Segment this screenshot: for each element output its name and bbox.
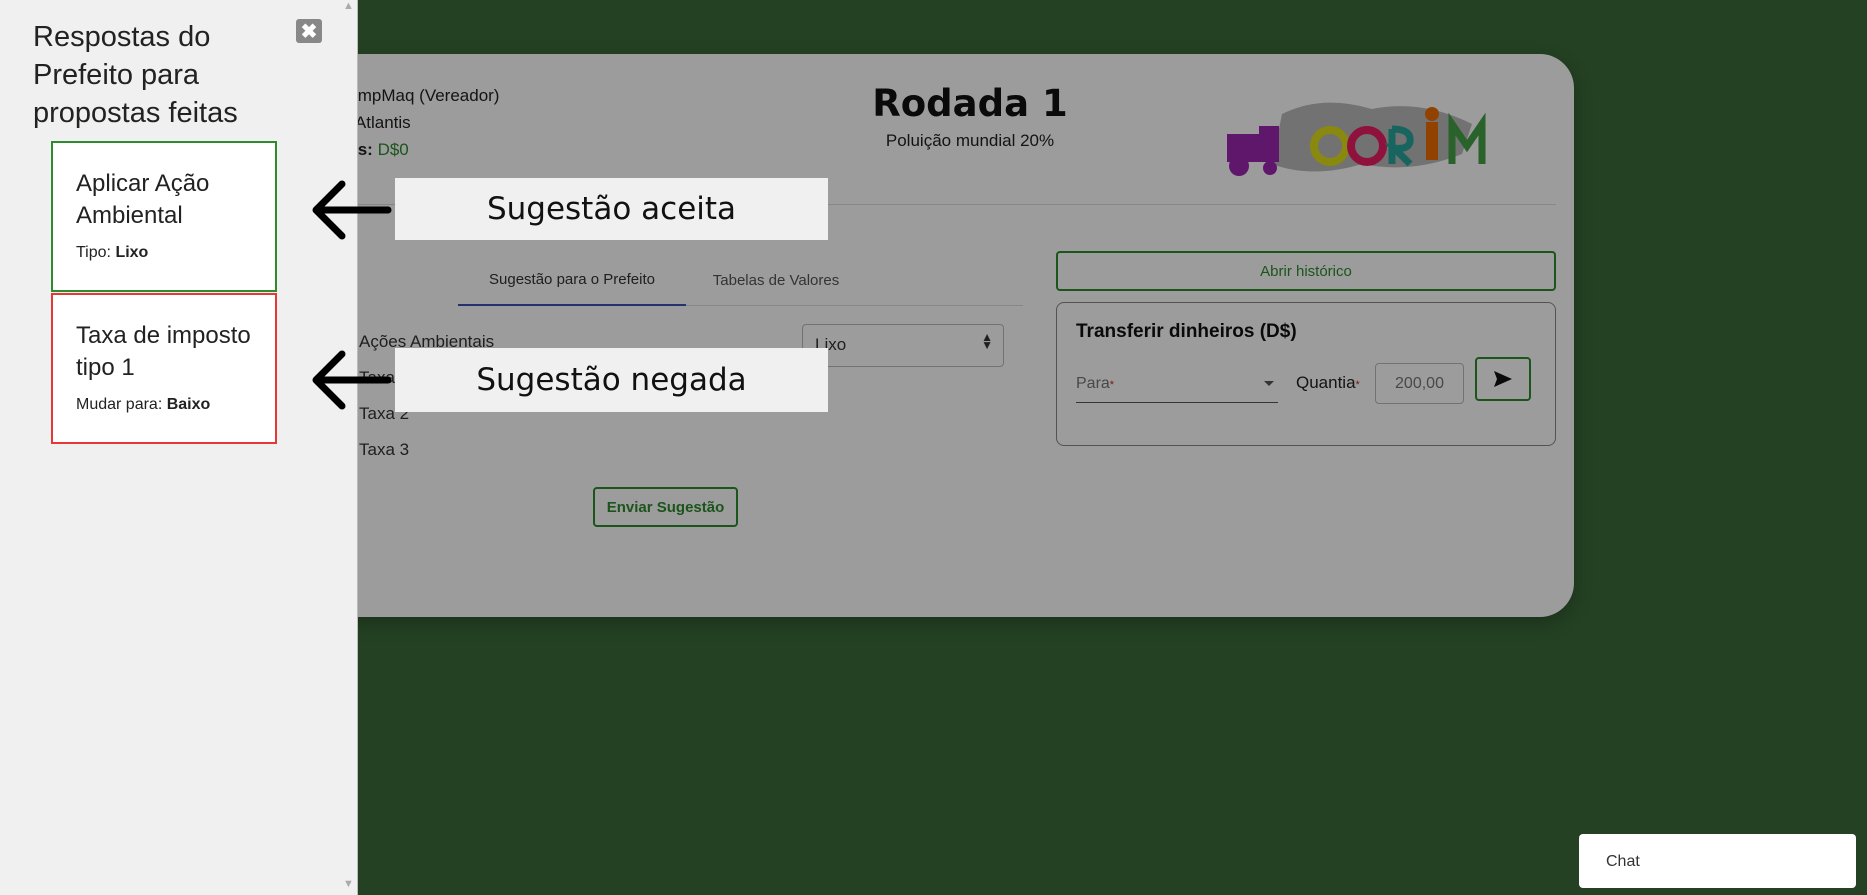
open-history-button[interactable]: Abrir histórico bbox=[1056, 251, 1556, 291]
send-icon bbox=[1494, 371, 1512, 387]
quantity-input[interactable]: 200,00 bbox=[1375, 363, 1464, 404]
response-detail: Tipo: Lixo bbox=[76, 244, 252, 262]
response-detail-value: Lixo bbox=[115, 244, 149, 261]
panel-title: Respostas do Prefeito para propostas fei… bbox=[33, 21, 238, 129]
required-mark: * bbox=[1355, 379, 1360, 391]
send-suggestion-button[interactable]: Enviar Sugestão bbox=[593, 487, 738, 527]
response-detail-label: Tipo: bbox=[76, 244, 111, 261]
action-type-select[interactable]: Lixo ▲ ▼ bbox=[802, 324, 1004, 367]
corim-logo bbox=[1227, 102, 1486, 176]
tab-value-tables[interactable]: Tabelas de Valores bbox=[696, 254, 856, 306]
chat-bar[interactable]: Chat bbox=[1579, 834, 1856, 888]
send-transfer-button[interactable] bbox=[1475, 357, 1531, 401]
scroll-up-icon[interactable]: ▲ bbox=[343, 0, 354, 12]
player-info: : EmpMaq (Vereador) e: Atlantis iros: D$… bbox=[336, 82, 499, 163]
response-detail-label: Mudar para: bbox=[76, 396, 163, 413]
round-block: Rodada 1 Poluição mundial 20% bbox=[840, 82, 1100, 151]
transfer-panel: Transferir dinheiros (D$) Para* Quantia*… bbox=[1056, 302, 1556, 446]
recipient-label: Para bbox=[1076, 375, 1110, 392]
suggestion-tabs: Sugestão para o Prefeito Tabelas de Valo… bbox=[458, 254, 1023, 306]
mayor-responses-panel: Respostas do Prefeito para propostas fei… bbox=[0, 0, 358, 895]
round-title: Rodada 1 bbox=[872, 82, 1068, 125]
player-row: : EmpMaq (Vereador) bbox=[336, 82, 499, 109]
scroll-down-icon[interactable]: ▼ bbox=[343, 878, 354, 890]
city-row: e: Atlantis bbox=[336, 109, 499, 136]
tab-suggestion-mayor[interactable]: Sugestão para o Prefeito bbox=[458, 254, 686, 306]
annotation-denied: Sugestão negada bbox=[395, 348, 828, 412]
arrow-left-icon bbox=[312, 180, 392, 240]
money-row: iros: D$0 bbox=[336, 136, 499, 163]
response-title: Taxa de imposto tipo 1 bbox=[76, 322, 251, 381]
arrow-left-icon bbox=[312, 350, 392, 410]
response-card-accepted: Aplicar Ação Ambiental Tipo: Lixo bbox=[51, 141, 277, 292]
close-icon[interactable]: ✖ bbox=[296, 19, 322, 43]
player-value: EmpMaq (Vereador) bbox=[346, 86, 500, 105]
dropdown-caret-icon bbox=[1264, 381, 1274, 386]
money-value: D$0 bbox=[377, 140, 409, 159]
response-detail-value: Baixo bbox=[166, 396, 211, 413]
annotation-accepted: Sugestão aceita bbox=[395, 178, 828, 240]
chat-label: Chat bbox=[1606, 853, 1640, 870]
response-detail: Mudar para: Baixo bbox=[76, 396, 252, 414]
game-card: : EmpMaq (Vereador) e: Atlantis iros: D$… bbox=[240, 54, 1574, 617]
option-tax-3[interactable]: Taxa 3 bbox=[359, 432, 494, 468]
city-value: Atlantis bbox=[354, 113, 411, 132]
transfer-title: Transferir dinheiros (D$) bbox=[1076, 321, 1297, 342]
required-mark: * bbox=[1109, 379, 1115, 391]
recipient-select[interactable]: Para* bbox=[1076, 369, 1278, 403]
response-title: Aplicar Ação Ambiental bbox=[76, 170, 210, 229]
select-arrows-icon: ▲ ▼ bbox=[981, 330, 993, 352]
response-card-denied: Taxa de imposto tipo 1 Mudar para: Baixo bbox=[51, 293, 277, 444]
quantity-label: Quantia* bbox=[1296, 373, 1360, 393]
pollution-indicator: Poluição mundial 20% bbox=[885, 131, 1055, 150]
quantity-label-text: Quantia bbox=[1296, 373, 1356, 392]
